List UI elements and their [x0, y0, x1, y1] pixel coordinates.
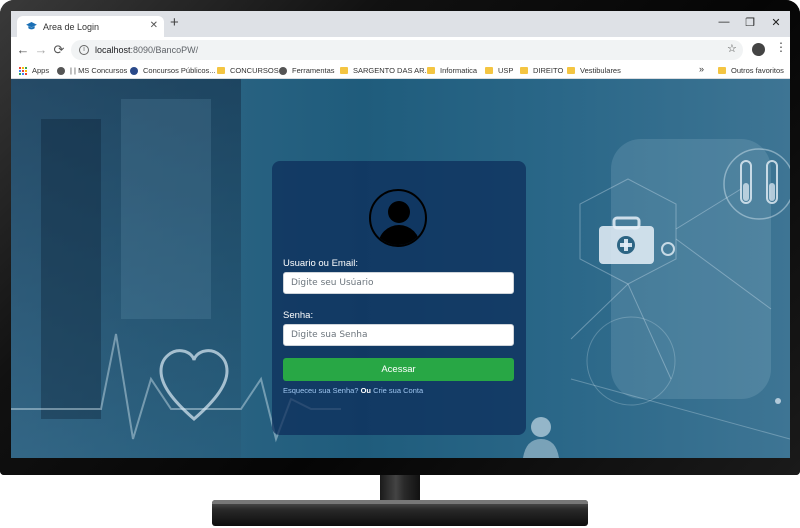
bookmark-concursos-publicos[interactable]: Concursos Públicos...	[130, 66, 216, 75]
login-submit-button[interactable]: Acessar	[283, 358, 514, 381]
bookmark-direito[interactable]: DIREITO	[520, 66, 563, 75]
graduation-cap-icon	[26, 22, 37, 30]
browser-tab[interactable]: Area de Login ✕	[17, 16, 164, 37]
bookmark-usp[interactable]: USP	[485, 66, 513, 75]
password-label: Senha:	[283, 310, 314, 321]
tab-bar: Area de Login ✕ + — ❐ ✕	[11, 11, 790, 37]
bookmark-label: CONCURSOS	[230, 66, 279, 75]
close-window-button[interactable]: ✕	[762, 16, 790, 29]
k-site-icon	[130, 66, 138, 75]
bookmark-label: SARGENTO DAS AR...	[353, 66, 431, 75]
monitor-stand-shine	[212, 500, 588, 504]
password-input[interactable]	[283, 324, 514, 346]
tab-close-icon[interactable]: ✕	[150, 20, 158, 31]
bookmark-label: Concursos Públicos...	[143, 66, 216, 75]
bookmark-label: | | MS Concursos	[70, 66, 128, 75]
browser-toolbar: ← → ⟳ i localhost:8090/BancoPW/ ☆ ⋮	[11, 37, 790, 63]
globe-icon	[57, 66, 65, 75]
url-host: localhost	[95, 45, 131, 55]
bookmark-star-icon[interactable]: ☆	[727, 42, 737, 55]
user-avatar-icon	[369, 189, 427, 247]
extension-icon[interactable]	[752, 43, 765, 56]
bookmark-vestibulares[interactable]: Vestibulares	[567, 66, 621, 75]
bookmark-label: DIREITO	[533, 66, 564, 75]
or-text: Ou	[360, 386, 371, 395]
bookmark-ferramentas[interactable]: Ferramentas	[279, 66, 335, 75]
login-panel: Usuario ou Email: Senha: Acessar Esquece…	[272, 161, 526, 435]
bookmark-sargento[interactable]: SARGENTO DAS AR...	[340, 66, 431, 75]
globe-icon	[279, 66, 287, 75]
bookmark-label: Vestibulares	[580, 66, 621, 75]
bookmark-ms-concursos[interactable]: | | MS Concursos	[57, 66, 127, 75]
username-input[interactable]	[283, 272, 514, 294]
folder-icon	[427, 67, 435, 74]
bookmarks-overflow-button[interactable]: »	[699, 64, 704, 74]
avatar-head	[388, 201, 410, 223]
info-icon[interactable]: i	[79, 45, 89, 55]
bookmark-informatica[interactable]: Informatica	[427, 66, 477, 75]
bookmark-concursos[interactable]: CONCURSOS	[217, 66, 279, 75]
tab-title: Area de Login	[43, 21, 100, 32]
bookmark-label: Informatica	[440, 66, 478, 75]
bookmark-label: USP	[498, 66, 514, 75]
username-label: Usuario ou Email:	[283, 258, 358, 269]
bookmark-other-favorites[interactable]: Outros favoritos	[718, 66, 784, 75]
account-links: Esqueceu sua Senha? Ou Crie sua Conta	[283, 386, 423, 395]
folder-icon	[217, 67, 225, 74]
address-bar[interactable]: i localhost:8090/BancoPW/	[71, 40, 743, 60]
login-page: Usuario ou Email: Senha: Acessar Esquece…	[11, 79, 790, 458]
folder-icon	[485, 67, 493, 74]
menu-icon[interactable]: ⋮	[775, 40, 787, 54]
bookmark-label: Ferramentas	[292, 66, 335, 75]
minimize-button[interactable]: —	[710, 16, 738, 28]
avatar-body	[378, 225, 420, 245]
reload-button[interactable]: ⟳	[51, 41, 67, 58]
new-tab-button[interactable]: +	[170, 15, 179, 31]
screen: Area de Login ✕ + — ❐ ✕ ← → ⟳ i localhos…	[11, 11, 790, 458]
bookmarks-bar: Apps | | MS Concursos Concursos Públicos…	[11, 63, 790, 79]
folder-icon	[567, 67, 575, 74]
apps-grid-icon	[19, 66, 27, 75]
monitor-stand-neck	[380, 475, 420, 503]
forgot-password-link[interactable]: Esqueceu sua Senha?	[283, 386, 358, 395]
bookmark-label: Outros favoritos	[731, 66, 784, 75]
create-account-link[interactable]: Crie sua Conta	[373, 386, 423, 395]
folder-icon	[520, 67, 528, 74]
folder-icon	[718, 67, 726, 74]
back-button[interactable]: ←	[15, 41, 31, 58]
bookmark-apps[interactable]: Apps	[19, 66, 49, 75]
bookmark-label: Apps	[32, 66, 50, 75]
folder-icon	[340, 67, 348, 74]
url-path: :8090/BancoPW/	[130, 45, 199, 55]
maximize-button[interactable]: ❐	[736, 16, 764, 29]
forward-button[interactable]: →	[33, 41, 49, 58]
